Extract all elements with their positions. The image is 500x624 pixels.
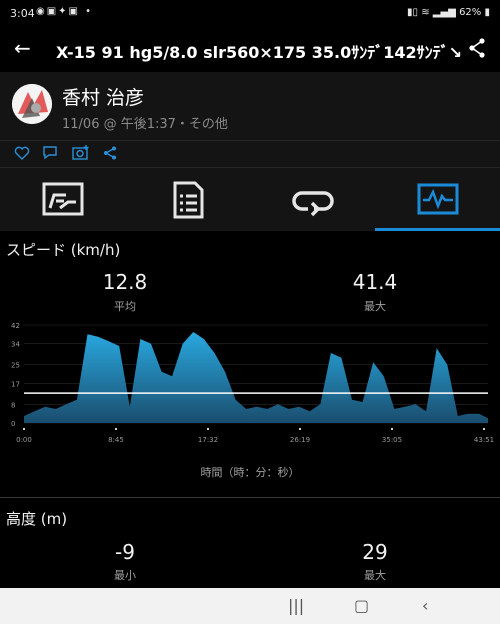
add-photo-icon[interactable] <box>72 145 90 164</box>
activity-title: X-15 91 hg5/8.0 slr560×175 35.0ｻﾝﾃﾞ142ｻﾝ… <box>56 43 461 62</box>
home-icon[interactable]: ▢ <box>354 596 369 615</box>
notification-icons: ◉▣✦▣ • <box>36 6 94 17</box>
altitude-min-value: -9 <box>115 540 135 564</box>
altitude-max-value: 29 <box>362 540 388 564</box>
recent-apps-icon[interactable]: ||| <box>288 596 304 615</box>
speed-title: スピード (km/h) <box>6 241 121 259</box>
status-bar: 3:04 ◉▣✦▣ • ▮▯ ≋ ▂▄▆ 62% ▮ <box>0 0 500 26</box>
action-row <box>0 140 500 167</box>
speed-chart[interactable]: 42 34 25 17 8 0 0:00 8:45 17:32 26:19 35:05 43:51 <box>0 318 500 448</box>
laps-icon <box>292 191 334 217</box>
x-tick-mark <box>23 428 25 430</box>
y-tick-label: 8 <box>11 401 15 409</box>
y-tick-label: 42 <box>11 322 20 330</box>
tab-summary[interactable] <box>0 168 125 231</box>
speed-area-series <box>24 332 488 423</box>
speed-max-label: 最大 <box>364 300 386 313</box>
details-icon <box>173 181 204 219</box>
activity-tabs <box>0 167 500 231</box>
battery-text: 62% <box>459 7 482 18</box>
share-icon[interactable] <box>468 38 486 62</box>
speed-avg-value: 12.8 <box>102 270 148 294</box>
status-time: 3:04 <box>10 7 35 20</box>
back-nav-icon[interactable]: ‹ <box>422 596 428 615</box>
summary-icon <box>42 182 84 216</box>
activity-header: 香村 治彦 11/06 @ 午後1:37・その他 <box>0 72 500 140</box>
x-tick-mark <box>391 428 393 430</box>
y-tick-label: 17 <box>11 380 20 388</box>
x-tick-mark <box>483 428 485 430</box>
x-tick-label: 17:32 <box>198 436 218 444</box>
speed-avg-label: 平均 <box>114 300 136 313</box>
tab-laps[interactable] <box>250 168 375 231</box>
active-tab-indicator <box>375 228 500 231</box>
like-icon[interactable] <box>14 145 30 164</box>
speed-x-axis-label: 時間（時：分：秒） <box>200 466 300 479</box>
y-tick-label: 34 <box>11 341 20 349</box>
tab-details[interactable] <box>125 168 250 231</box>
x-tick-label: 35:05 <box>382 436 402 444</box>
status-right: ▮▯ ≋ ▂▄▆ 62% ▮ <box>407 7 490 18</box>
app-bar: ← X-15 91 hg5/8.0 slr560×175 35.0ｻﾝﾃﾞ142… <box>0 26 500 72</box>
x-tick-mark <box>299 428 301 430</box>
system-nav-bar: ||| ▢ ‹ <box>0 588 500 624</box>
signal-icon: ▮▯ ≋ ▂▄▆ <box>407 7 456 18</box>
x-tick-label: 26:19 <box>290 436 310 444</box>
speed-max-value: 41.4 <box>352 270 398 294</box>
x-tick-label: 0:00 <box>16 436 32 444</box>
x-tick-label: 43:51 <box>474 436 494 444</box>
author-name[interactable]: 香村 治彦 <box>62 83 144 110</box>
back-arrow-icon[interactable]: ← <box>14 36 31 60</box>
altitude-title: 高度 (m) <box>6 510 68 528</box>
y-tick-label: 0 <box>11 420 15 428</box>
altitude-max-label: 最大 <box>364 569 386 582</box>
x-tick-mark <box>207 428 209 430</box>
tab-charts[interactable] <box>375 168 500 231</box>
comment-icon[interactable] <box>42 145 58 164</box>
share-small-icon[interactable] <box>103 145 117 164</box>
y-tick-label: 25 <box>11 362 20 370</box>
section-divider <box>0 497 500 498</box>
battery-icon: ▮ <box>484 7 490 18</box>
x-tick-label: 8:45 <box>108 436 124 444</box>
avatar[interactable] <box>12 84 52 124</box>
x-tick-mark <box>115 428 117 430</box>
altitude-min-label: 最小 <box>114 569 136 582</box>
charts-icon <box>417 183 459 215</box>
activity-meta: 11/06 @ 午後1:37・その他 <box>62 117 228 132</box>
